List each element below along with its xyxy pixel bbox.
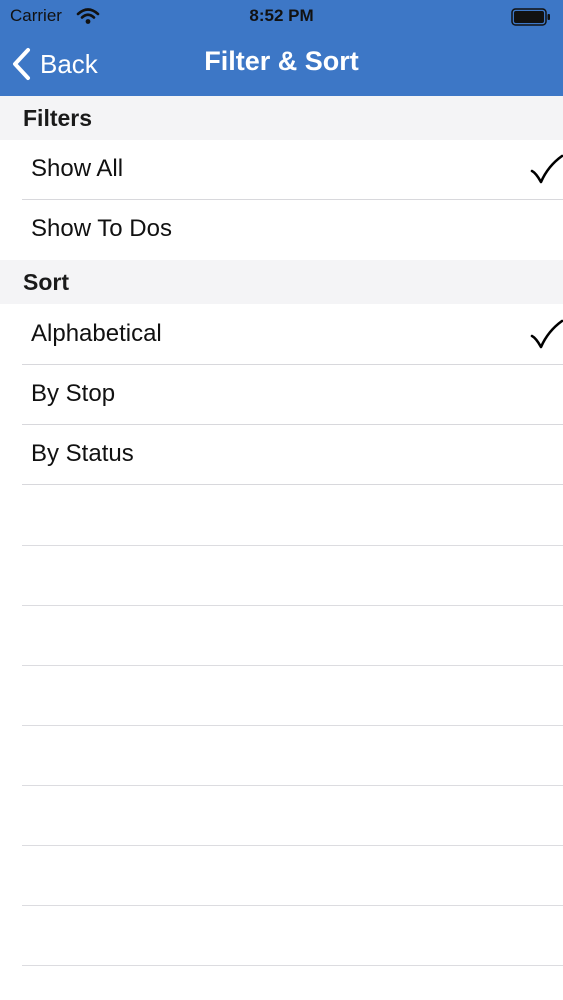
row-label: Alphabetical <box>31 320 162 347</box>
filter-row-show-to-dos[interactable]: Show To Dos <box>0 200 563 260</box>
section-header-sort: Sort <box>0 260 563 304</box>
page-title: Filter & Sort <box>204 46 359 76</box>
sort-row-by-status[interactable]: By Status <box>0 425 563 485</box>
row-label: By Stop <box>31 380 116 407</box>
section-header-filters: Filters <box>0 96 563 140</box>
section-header-label: Sort <box>23 269 69 295</box>
empty-row-divider <box>22 965 563 966</box>
filter-sort-screen: Carrier 8:52 PM Back Filter & Sort Filte… <box>0 0 563 1000</box>
navigation-bar: Back Filter & Sort <box>0 32 563 96</box>
filter-row-show-all[interactable]: Show All <box>0 140 563 200</box>
row-label: By Status <box>31 440 134 467</box>
empty-row-divider <box>22 665 563 666</box>
row-label: Show To Dos <box>31 215 172 242</box>
row-divider <box>22 484 563 485</box>
sort-row-alphabetical[interactable]: Alphabetical <box>0 305 563 365</box>
empty-row-divider <box>22 785 563 786</box>
top-bar: Carrier 8:52 PM Back Filter & Sort <box>0 0 563 96</box>
status-time: 8:52 PM <box>249 6 314 25</box>
empty-row-divider <box>22 905 563 906</box>
status-bar: Carrier 8:52 PM <box>0 0 563 32</box>
sort-row-by-stop[interactable]: By Stop <box>0 365 563 425</box>
section-header-label: Filters <box>23 105 93 131</box>
battery-icon <box>511 8 550 26</box>
empty-row-divider <box>22 605 563 606</box>
empty-row-divider <box>22 725 563 726</box>
empty-row-divider <box>22 845 563 846</box>
row-label: Show All <box>31 155 124 182</box>
empty-row-divider <box>22 545 563 546</box>
checkmark-icon <box>530 319 563 349</box>
checkmark-icon <box>530 154 563 184</box>
